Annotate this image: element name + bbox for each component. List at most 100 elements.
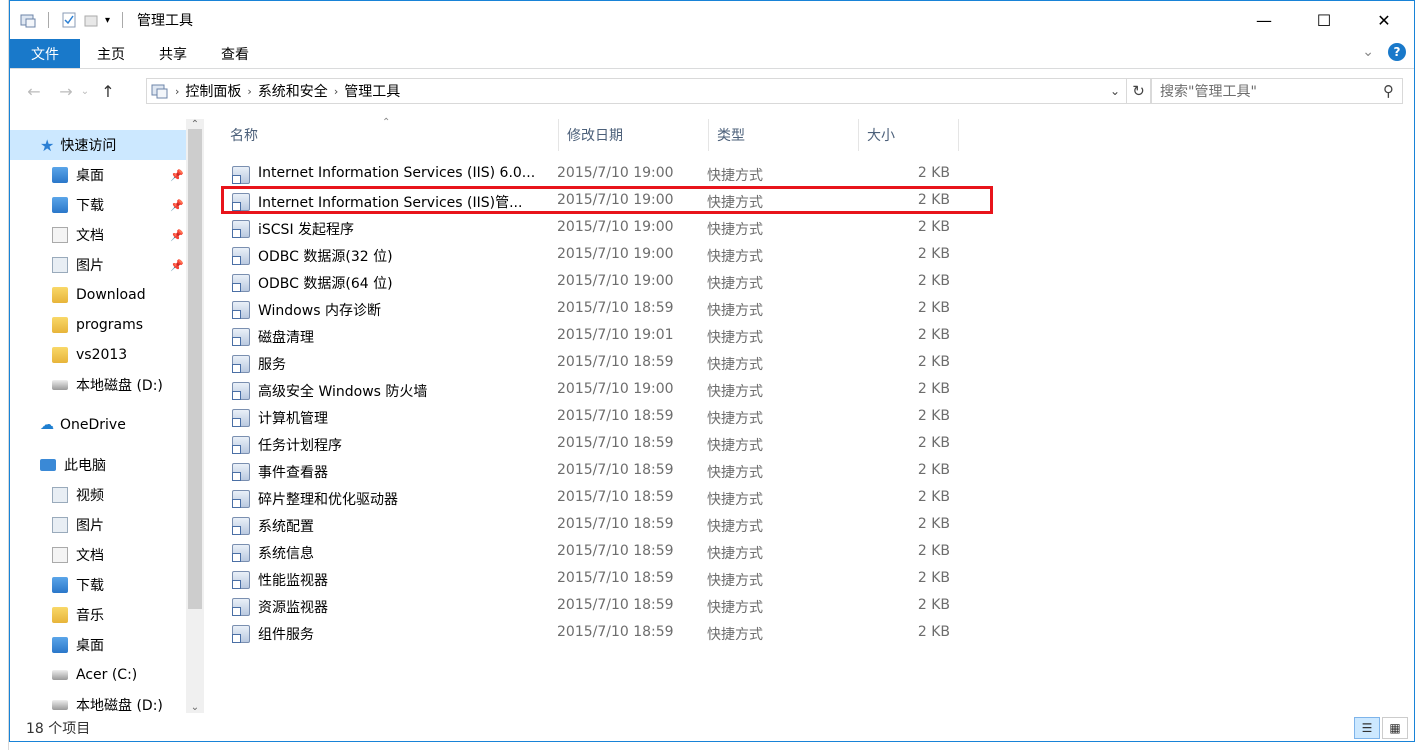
drive-icon [52,700,68,710]
star-icon: ★ [40,135,55,155]
file-row[interactable]: ODBC 数据源(32 位) 2015/7/10 19:00 快捷方式 2 KB [222,242,962,269]
expand-ribbon-chevron-icon[interactable]: ⌄ [1362,44,1374,60]
tab-home[interactable]: 主页 [80,39,142,68]
quick-access-toolbar: ▾ 管理工具 [20,10,193,30]
file-size: 2 KB [917,570,950,586]
ribbon-right-controls: ⌄ ? [1362,43,1406,61]
file-row[interactable]: Windows 内存诊断 2015/7/10 18:59 快捷方式 2 KB [222,296,962,323]
nav-item-vs2013[interactable]: vs2013 [10,340,186,370]
file-date: 2015/7/10 19:00 [557,192,674,208]
file-row[interactable]: 性能监视器 2015/7/10 18:59 快捷方式 2 KB [222,566,962,593]
breadcrumb-separator-icon[interactable]: › [175,85,179,98]
search-placeholder: 搜索"管理工具" [1160,84,1257,100]
file-row[interactable]: 系统信息 2015/7/10 18:59 快捷方式 2 KB [222,539,962,566]
shortcut-icon [232,517,250,535]
file-row[interactable]: 磁盘清理 2015/7/10 19:01 快捷方式 2 KB [222,323,962,350]
nav-pc-music[interactable]: 音乐 [10,600,186,630]
tab-file[interactable]: 文件 [10,39,80,68]
back-arrow-icon[interactable]: ← [22,82,46,101]
shortcut-icon [232,247,250,265]
file-row[interactable]: 碎片整理和优化驱动器 2015/7/10 18:59 快捷方式 2 KB [222,485,962,512]
file-row[interactable]: 系统配置 2015/7/10 18:59 快捷方式 2 KB [222,512,962,539]
nav-item-downloads[interactable]: 下载 📌 [10,190,186,220]
nav-pc-videos[interactable]: 视频 [10,480,186,510]
up-arrow-icon[interactable]: ↑ [96,82,120,101]
maximize-button[interactable]: ☐ [1294,1,1354,39]
new-folder-icon[interactable] [83,12,99,28]
control-panel-icon[interactable] [20,12,36,28]
file-row[interactable]: 任务计划程序 2015/7/10 18:59 快捷方式 2 KB [222,431,962,458]
file-row[interactable]: 事件查看器 2015/7/10 18:59 快捷方式 2 KB [222,458,962,485]
breadcrumb-separator-icon[interactable]: › [334,85,338,98]
address-bar[interactable]: › 控制面板 › 系统和安全 › 管理工具 ⌄ ↻ [146,78,1151,104]
column-header-date[interactable]: 修改日期 [559,119,709,151]
file-type: 快捷方式 [707,276,763,292]
file-row[interactable]: iSCSI 发起程序 2015/7/10 19:00 快捷方式 2 KB [222,215,962,242]
file-row[interactable]: Internet Information Services (IIS)管... 2… [222,188,962,215]
properties-icon[interactable] [61,12,77,28]
address-dropdown-chevron-icon[interactable]: ⌄ [1104,84,1126,98]
breadcrumb-system-security[interactable]: 系统和安全 [258,81,328,101]
navigation-pane: ★ 快速访问 桌面 📌 下载 📌 文档 📌 图片 📌 Download prog… [10,119,204,714]
file-date: 2015/7/10 18:59 [557,435,674,451]
file-row[interactable]: 高级安全 Windows 防火墙 2015/7/10 19:00 快捷方式 2 KB [222,377,962,404]
nav-pc-desktop[interactable]: 桌面 [10,630,186,660]
nav-item-documents[interactable]: 文档 📌 [10,220,186,250]
file-date: 2015/7/10 18:59 [557,624,674,640]
nav-onedrive[interactable]: ☁ OneDrive [10,410,186,440]
desktop-folder-icon [52,167,68,183]
nav-pc-downloads[interactable]: 下载 [10,570,186,600]
column-header-name[interactable]: 名称 ⌃ [222,117,559,151]
file-row[interactable]: ODBC 数据源(64 位) 2015/7/10 19:00 快捷方式 2 KB [222,269,962,296]
large-icons-view-icon[interactable]: ▦ [1382,717,1408,739]
scroll-down-icon[interactable]: ⌄ [186,702,204,713]
column-header-type[interactable]: 类型 [709,119,859,151]
help-icon[interactable]: ? [1388,43,1406,61]
breadcrumb-admin-tools[interactable]: 管理工具 [344,81,400,101]
shortcut-icon [232,193,250,211]
pin-icon[interactable]: 📌 [170,259,184,272]
close-button[interactable]: ✕ [1354,1,1414,39]
forward-arrow-icon[interactable]: → [54,82,78,101]
breadcrumb-control-panel[interactable]: 控制面板 [185,81,241,101]
nav-this-pc[interactable]: 此电脑 [10,450,186,480]
column-label: 名称 [230,128,258,144]
search-input[interactable]: 搜索"管理工具" ⚲ [1151,78,1403,104]
file-name: 计算机管理 [258,411,328,427]
nav-pc-acer-c[interactable]: Acer (C:) [10,660,186,690]
file-size: 2 KB [917,516,950,532]
nav-scrollbar[interactable]: ⌃ ⌄ [186,119,204,713]
column-header-size[interactable]: 大小 [859,119,959,151]
nav-pc-pictures[interactable]: 图片 [10,510,186,540]
nav-item-desktop[interactable]: 桌面 📌 [10,160,186,190]
nav-item-download[interactable]: Download [10,280,186,310]
file-name: ODBC 数据源(32 位) [258,249,393,265]
minimize-button[interactable]: — [1234,1,1294,39]
tab-share[interactable]: 共享 [142,39,204,68]
nav-label: 音乐 [76,608,104,624]
pin-icon[interactable]: 📌 [170,199,184,212]
file-date: 2015/7/10 18:59 [557,489,674,505]
details-view-icon[interactable]: ☰ [1354,717,1380,739]
pin-icon[interactable]: 📌 [170,169,184,182]
file-row[interactable]: 服务 2015/7/10 18:59 快捷方式 2 KB [222,350,962,377]
file-row[interactable]: 计算机管理 2015/7/10 18:59 快捷方式 2 KB [222,404,962,431]
customize-toolbar-chevron-icon[interactable]: ▾ [105,15,110,26]
tab-view[interactable]: 查看 [204,39,266,68]
pin-icon[interactable]: 📌 [170,229,184,242]
nav-item-local-disk-d[interactable]: 本地磁盘 (D:) [10,370,186,400]
file-date: 2015/7/10 19:00 [557,246,674,262]
file-row[interactable]: 资源监视器 2015/7/10 18:59 快捷方式 2 KB [222,593,962,620]
file-name: iSCSI 发起程序 [258,222,355,238]
scrollbar-thumb[interactable] [188,129,202,609]
file-row[interactable]: 组件服务 2015/7/10 18:59 快捷方式 2 KB [222,620,962,647]
refresh-icon[interactable]: ↻ [1126,79,1150,103]
nav-quick-access[interactable]: ★ 快速访问 [10,130,186,160]
recent-locations-chevron-icon[interactable]: ⌄ [78,86,92,97]
breadcrumb-separator-icon[interactable]: › [247,85,251,98]
nav-item-pictures[interactable]: 图片 📌 [10,250,186,280]
nav-pc-documents[interactable]: 文档 [10,540,186,570]
file-row[interactable]: Internet Information Services (IIS) 6.0.… [222,161,962,188]
nav-item-programs[interactable]: programs [10,310,186,340]
search-icon: ⚲ [1383,82,1394,100]
